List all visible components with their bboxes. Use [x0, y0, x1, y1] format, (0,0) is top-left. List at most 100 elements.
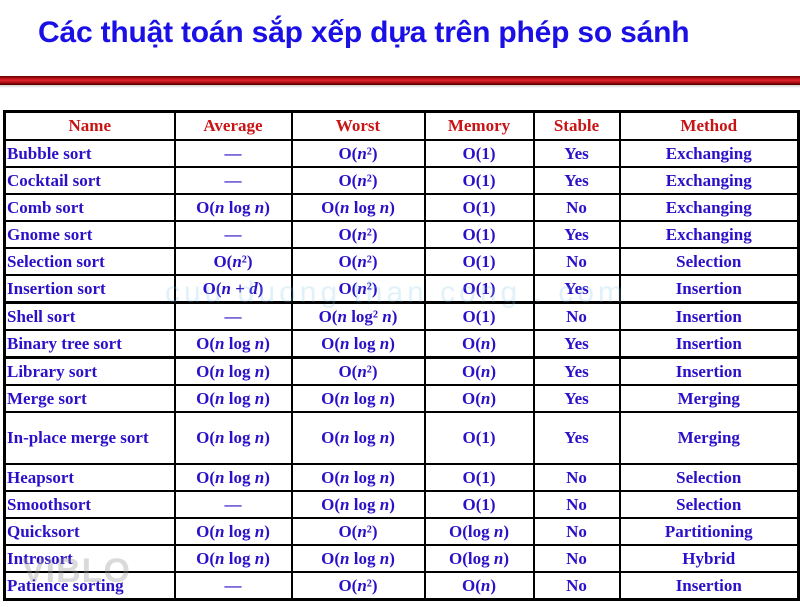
header-average: Average	[173, 110, 293, 141]
cell-memory: O(log n)	[423, 544, 535, 573]
cell-worst: O(n²)	[290, 356, 426, 386]
cell-stable: Yes	[532, 356, 621, 386]
cell-memory: O(n)	[423, 329, 535, 359]
cell-stable: No	[532, 193, 621, 222]
cell-memory: O(n)	[423, 384, 535, 413]
cell-memory: O(1)	[423, 166, 535, 195]
table-row: Merge sort O(n log n) O(n log n) O(n) Yes Mer…	[3, 384, 800, 413]
cell-worst: O(n²)	[290, 517, 426, 546]
cell-worst: O(n²)	[290, 274, 426, 304]
cell-average: —	[173, 139, 293, 168]
cell-worst: O(n log n)	[290, 463, 426, 492]
cell-name: Introsort	[3, 544, 176, 573]
table-header-row: Name Average Worst Memory Stable Method	[3, 110, 800, 141]
cell-method: Insertion	[618, 356, 800, 386]
sorting-algorithms-table: Name Average Worst Memory Stable Method …	[3, 110, 800, 601]
cell-name: Smoothsort	[3, 490, 176, 519]
table-row: Heapsort O(n log n) O(n log n) O(1) No Select…	[3, 463, 800, 492]
cell-method: Hybrid	[618, 544, 800, 573]
cell-method: Exchanging	[618, 166, 800, 195]
cell-average: O(n²)	[173, 247, 293, 276]
cell-stable: No	[532, 301, 621, 331]
cell-memory: O(n)	[423, 356, 535, 386]
cell-method: Selection	[618, 490, 800, 519]
cell-stable: Yes	[532, 411, 621, 465]
header-name: Name	[3, 110, 176, 141]
cell-memory: O(1)	[423, 274, 535, 304]
cell-memory: O(1)	[423, 193, 535, 222]
cell-stable: Yes	[532, 274, 621, 304]
cell-stable: No	[532, 247, 621, 276]
table-row: Quicksort O(n log n) O(n²) O(log n) No Partit…	[3, 517, 800, 546]
cell-stable: No	[532, 544, 621, 573]
cell-memory: O(1)	[423, 220, 535, 249]
cell-worst: O(n log n)	[290, 329, 426, 359]
cell-name: Insertion sort	[3, 274, 176, 304]
cell-method: Insertion	[618, 571, 800, 601]
table-row: Insertion sort O(n + d) O(n²) O(1) Yes Insert…	[3, 274, 800, 304]
table-row: Cocktail sort — O(n²) O(1) Yes Exchanging	[3, 166, 800, 195]
table-row: In-place merge sort O(n log n) O(n log n) O…	[3, 411, 800, 465]
cell-name: Quicksort	[3, 517, 176, 546]
title-divider	[0, 76, 800, 85]
cell-average: O(n log n)	[173, 544, 293, 573]
cell-stable: No	[532, 463, 621, 492]
cell-memory: O(1)	[423, 463, 535, 492]
cell-worst: O(n log n)	[290, 490, 426, 519]
table-row: Comb sort O(n log n) O(n log n) O(1) No Excha…	[3, 193, 800, 222]
cell-worst: O(n²)	[290, 139, 426, 168]
cell-worst: O(n²)	[290, 247, 426, 276]
cell-method: Selection	[618, 247, 800, 276]
table-row: Introsort O(n log n) O(n log n) O(log n) No H…	[3, 544, 800, 573]
cell-worst: O(n log n)	[290, 384, 426, 413]
cell-average: —	[173, 166, 293, 195]
cell-worst: O(n log n)	[290, 193, 426, 222]
cell-average: O(n log n)	[173, 517, 293, 546]
cell-method: Partitioning	[618, 517, 800, 546]
cell-name: Shell sort	[3, 301, 176, 331]
cell-average: —	[173, 490, 293, 519]
cell-worst: O(n log n)	[290, 411, 426, 465]
cell-name: Patience sorting	[3, 571, 176, 601]
cell-method: Insertion	[618, 301, 800, 331]
table-row: Smoothsort — O(n log n) O(1) No Selection	[3, 490, 800, 519]
header-worst: Worst	[290, 110, 426, 141]
cell-average: O(n log n)	[173, 193, 293, 222]
cell-worst: O(n²)	[290, 220, 426, 249]
cell-method: Merging	[618, 411, 800, 465]
cell-average: O(n log n)	[173, 356, 293, 386]
cell-average: O(n + d)	[173, 274, 293, 304]
cell-name: Selection sort	[3, 247, 176, 276]
table-row: Bubble sort — O(n²) O(1) Yes Exchanging	[3, 139, 800, 168]
cell-memory: O(1)	[423, 411, 535, 465]
cell-stable: Yes	[532, 220, 621, 249]
cell-stable: No	[532, 571, 621, 601]
cell-average: O(n log n)	[173, 329, 293, 359]
cell-stable: Yes	[532, 329, 621, 359]
table-row: Binary tree sort O(n log n) O(n log n) O(n)…	[3, 329, 800, 359]
cell-name: Bubble sort	[3, 139, 176, 168]
cell-name: Binary tree sort	[3, 329, 176, 359]
cell-stable: Yes	[532, 384, 621, 413]
title-divider-shadow	[0, 85, 800, 88]
cell-stable: No	[532, 517, 621, 546]
cell-worst: O(n log n)	[290, 544, 426, 573]
cell-average: O(n log n)	[173, 384, 293, 413]
cell-memory: O(1)	[423, 139, 535, 168]
header-method: Method	[618, 110, 800, 141]
cell-method: Insertion	[618, 274, 800, 304]
cell-method: Selection	[618, 463, 800, 492]
cell-memory: O(1)	[423, 301, 535, 331]
table-row: Selection sort O(n²) O(n²) O(1) No Selection	[3, 247, 800, 276]
table-row: Library sort O(n log n) O(n²) O(n) Yes Insert…	[3, 356, 800, 386]
cell-name: Gnome sort	[3, 220, 176, 249]
cell-name: Comb sort	[3, 193, 176, 222]
table-row: Shell sort — O(n log² n) O(1) No Insertion	[3, 301, 800, 331]
cell-memory: O(1)	[423, 490, 535, 519]
cell-average: —	[173, 571, 293, 601]
cell-method: Exchanging	[618, 193, 800, 222]
table-row: Patience sorting — O(n²) O(n) No Insertion	[3, 571, 800, 601]
cell-stable: Yes	[532, 166, 621, 195]
page-title: Các thuật toán sắp xếp dựa trên phép so …	[38, 16, 690, 49]
cell-name: Merge sort	[3, 384, 176, 413]
